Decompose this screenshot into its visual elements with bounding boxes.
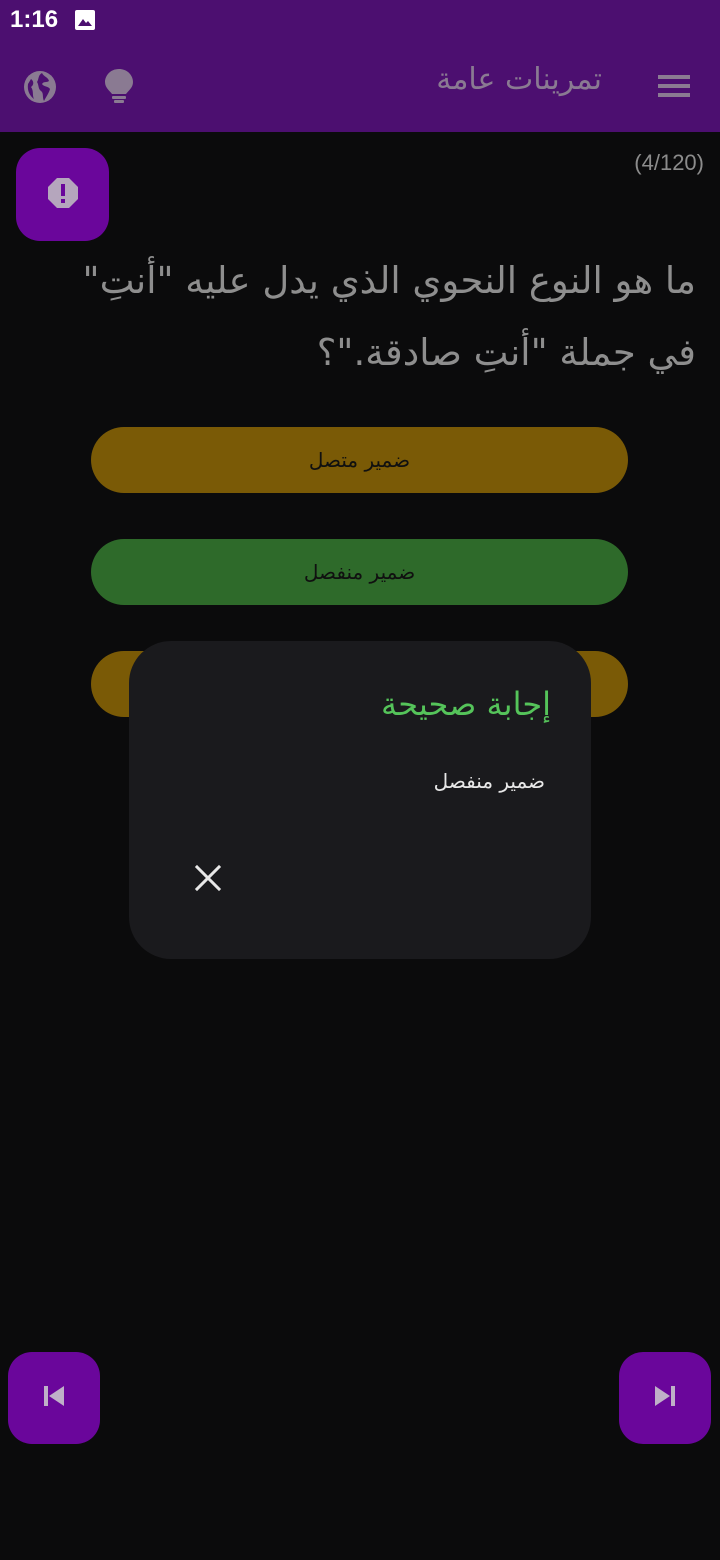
report-button[interactable] [16,148,109,241]
quiz-screen: 1:16 تمرينات عامة (4/120) ما هو النوع ال… [0,0,720,1560]
status-bar: 1:16 [0,0,720,40]
app-title: تمرينات عامة [436,62,602,97]
close-button[interactable] [183,855,233,905]
image-icon [74,9,96,31]
close-icon [194,864,222,896]
menu-icon[interactable] [658,74,690,98]
result-dialog: إجابة صحيحة ضمير منفصل [129,641,591,959]
question-counter: (4/120) [634,150,704,175]
lightbulb-icon[interactable] [102,67,136,105]
dialog-title: إجابة صحيحة [381,685,551,723]
app-bar: تمرينات عامة [0,40,720,132]
skip-next-icon [653,1384,677,1412]
answer-option-2[interactable]: ضمير منفصل [91,539,628,605]
globe-icon[interactable] [22,69,58,105]
question-text: ما هو النوع النحوي الذي يدل عليه "أنتِ" … [82,259,696,374]
dialog-message: ضمير منفصل [433,769,545,793]
skip-previous-icon [42,1384,66,1412]
next-question-button[interactable] [619,1352,711,1444]
status-time: 1:16 [10,6,59,33]
previous-question-button[interactable] [8,1352,100,1444]
answer-option-1[interactable]: ضمير متصل [91,427,628,493]
alert-octagon-icon [47,177,79,213]
